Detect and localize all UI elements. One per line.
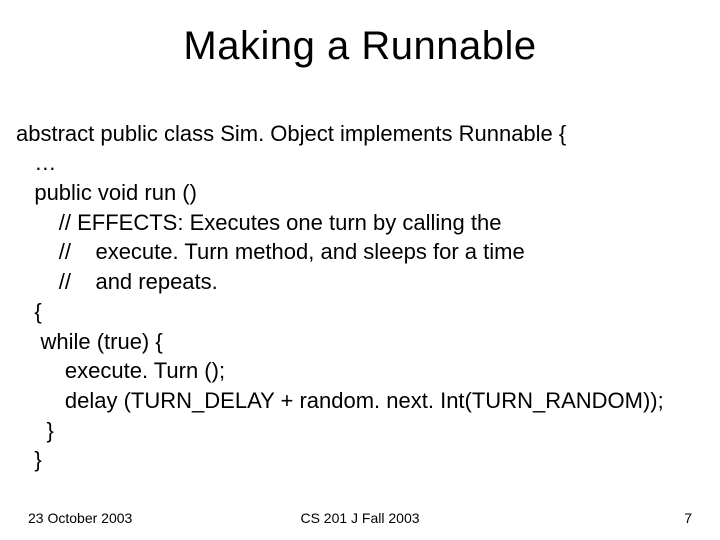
code-line: public void run () (16, 180, 197, 205)
code-line: // execute. Turn method, and sleeps for … (16, 239, 525, 264)
code-line: { (16, 299, 42, 324)
footer-course: CS 201 J Fall 2003 (300, 510, 419, 526)
code-line: } (16, 418, 54, 443)
code-line: delay (TURN_DELAY + random. next. Int(TU… (16, 388, 664, 413)
page-number: 7 (684, 510, 692, 526)
code-line: abstract public class Sim. Object implem… (16, 121, 566, 146)
footer: 23 October 2003 CS 201 J Fall 2003 7 (0, 510, 720, 526)
code-line: // and repeats. (16, 269, 218, 294)
slide-title: Making a Runnable (12, 24, 708, 69)
code-block: abstract public class Sim. Object implem… (16, 89, 708, 475)
code-line: } (16, 447, 42, 472)
code-line: execute. Turn (); (16, 358, 225, 383)
code-line: // EFFECTS: Executes one turn by calling… (16, 210, 501, 235)
footer-date: 23 October 2003 (28, 510, 132, 526)
code-line: while (true) { (16, 329, 163, 354)
code-line: … (16, 150, 56, 175)
slide: Making a Runnable abstract public class … (0, 0, 720, 540)
